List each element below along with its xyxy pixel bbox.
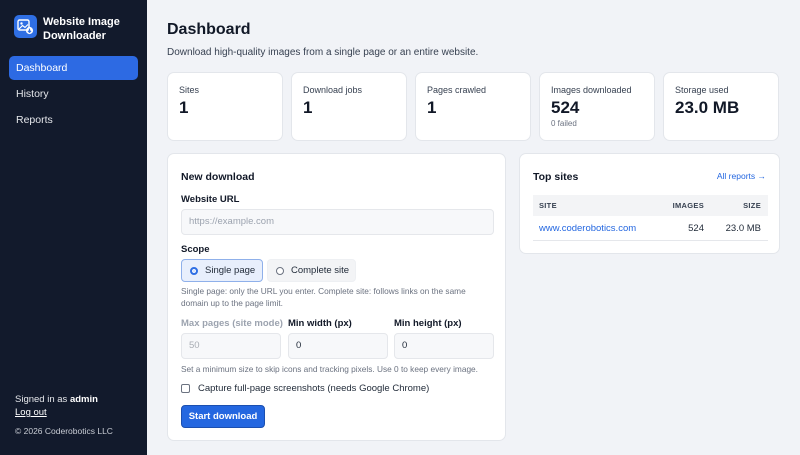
min-height-label: Min height (px) <box>394 318 462 329</box>
screenshot-label: Capture full-page screenshots (needs Goo… <box>198 383 430 394</box>
image-download-icon <box>14 15 37 38</box>
stat-value: 1 <box>179 98 189 117</box>
signed-in-prefix: Signed in as <box>15 394 68 405</box>
scope-label: Scope <box>181 244 210 255</box>
min-width-input[interactable]: 0 <box>288 333 388 359</box>
username: admin <box>69 394 98 405</box>
stat-label: Download jobs <box>303 85 363 95</box>
stat-value: 524 <box>551 98 580 117</box>
scope-help-line: domain up to the page limit. <box>181 298 283 308</box>
scope-complete-site[interactable]: Complete site <box>267 259 356 282</box>
column-header-size: SIZE <box>743 201 761 210</box>
stat-label: Pages crawled <box>427 85 487 95</box>
top-sites-title: Top sites <box>533 171 579 183</box>
min-width-label: Min width (px) <box>288 318 352 329</box>
sidebar-item-history[interactable]: History <box>9 82 138 106</box>
copyright: © 2026 Coderobotics LLC <box>15 426 113 436</box>
page-subtitle: Download high-quality images from a sing… <box>167 47 479 58</box>
stat-card-download-jobs: Download jobs 1 <box>291 72 407 141</box>
stat-label: Images downloaded <box>551 85 632 95</box>
stat-value: 23.0 MB <box>675 98 740 117</box>
all-reports-link[interactable]: All reports → <box>717 171 766 181</box>
stat-card-sites: Sites 1 <box>167 72 283 141</box>
signed-in-text: Signed in as admin <box>15 394 113 405</box>
scope-option-label: Single page <box>205 265 256 276</box>
stat-value: 1 <box>427 98 437 117</box>
logout-link[interactable]: Log out <box>15 407 47 418</box>
page-title: Dashboard <box>167 21 251 38</box>
screenshot-checkbox-row[interactable]: Capture full-page screenshots (needs Goo… <box>181 383 429 394</box>
column-header-site: SITE <box>539 201 557 210</box>
scope-option-label: Complete site <box>291 265 350 276</box>
screenshot-checkbox[interactable] <box>181 384 190 393</box>
stat-value: 1 <box>303 98 313 117</box>
site-images: 524 <box>688 223 704 234</box>
sidebar-item-reports[interactable]: Reports <box>9 108 138 132</box>
table-row: www.coderobotics.com 524 23.0 MB <box>533 217 768 241</box>
site-size: 23.0 MB <box>725 223 761 234</box>
top-sites-card: Top sites All reports → SITE IMAGES SIZE… <box>519 153 780 254</box>
url-label: Website URL <box>181 194 240 205</box>
new-download-title: New download <box>181 171 255 183</box>
sidebar: Website Image Downloader Dashboard Histo… <box>0 0 147 455</box>
new-download-card: New download Website URL https://example… <box>167 153 506 441</box>
main-content: Dashboard Download high-quality images f… <box>147 0 800 455</box>
site-link[interactable]: www.coderobotics.com <box>539 217 636 241</box>
url-input[interactable]: https://example.com <box>181 209 494 235</box>
scope-help-line: Single page: only the URL you enter. Com… <box>181 286 466 296</box>
stat-label: Sites <box>179 85 200 95</box>
scope-help: Single page: only the URL you enter. Com… <box>181 285 499 309</box>
stat-label: Storage used <box>675 85 729 95</box>
sidebar-footer: Signed in as admin Log out © 2026 Codero… <box>15 394 113 436</box>
sidebar-nav: Dashboard History Reports <box>9 56 138 134</box>
max-pages-label: Max pages (site mode) <box>181 318 283 329</box>
top-sites-header: SITE IMAGES SIZE <box>533 195 768 216</box>
size-help: Set a minimum size to skip icons and tra… <box>181 364 478 374</box>
radio-unselected-icon <box>276 266 284 275</box>
stat-card-storage-used: Storage used 23.0 MB <box>663 72 779 141</box>
start-download-button[interactable]: Start download <box>181 405 265 428</box>
brand[interactable]: Website Image Downloader <box>14 15 143 43</box>
stat-sub: 0 failed <box>551 119 577 128</box>
stat-card-pages-crawled: Pages crawled 1 <box>415 72 531 141</box>
sidebar-item-dashboard[interactable]: Dashboard <box>9 56 138 80</box>
app-name: Website Image Downloader <box>43 16 120 42</box>
column-header-images: IMAGES <box>672 201 704 210</box>
stat-card-images-downloaded: Images downloaded 524 0 failed <box>539 72 655 141</box>
radio-selected-icon <box>190 266 198 275</box>
max-pages-input[interactable]: 50 <box>181 333 281 359</box>
min-height-input[interactable]: 0 <box>394 333 494 359</box>
scope-single-page[interactable]: Single page <box>181 259 263 282</box>
